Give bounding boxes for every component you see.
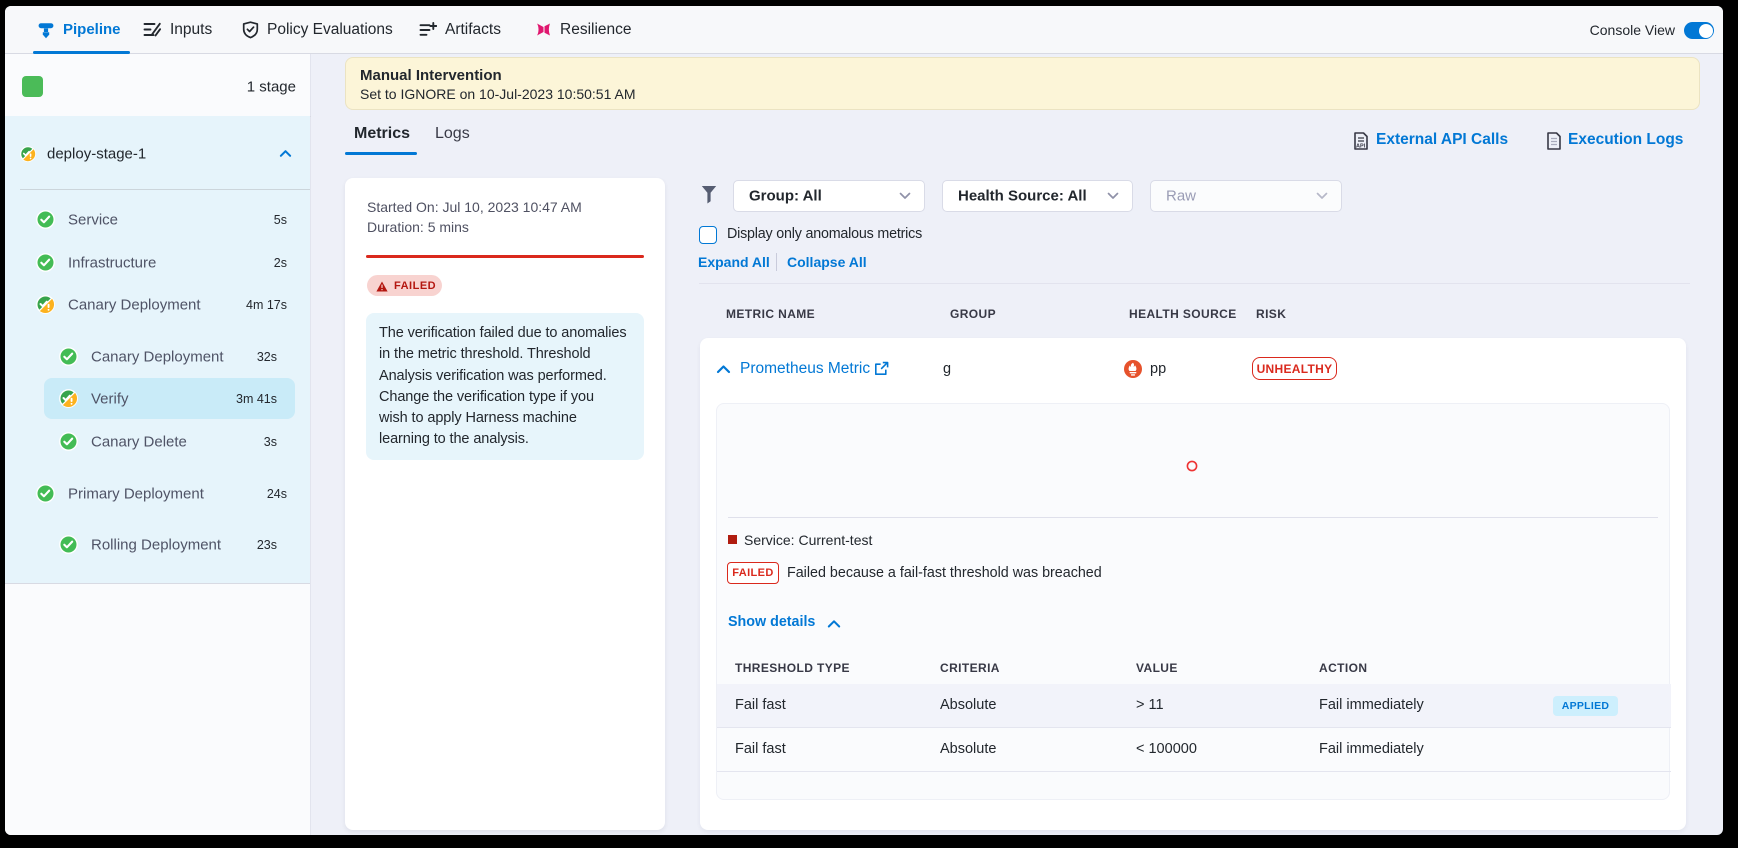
svg-text:API: API (1356, 144, 1366, 150)
